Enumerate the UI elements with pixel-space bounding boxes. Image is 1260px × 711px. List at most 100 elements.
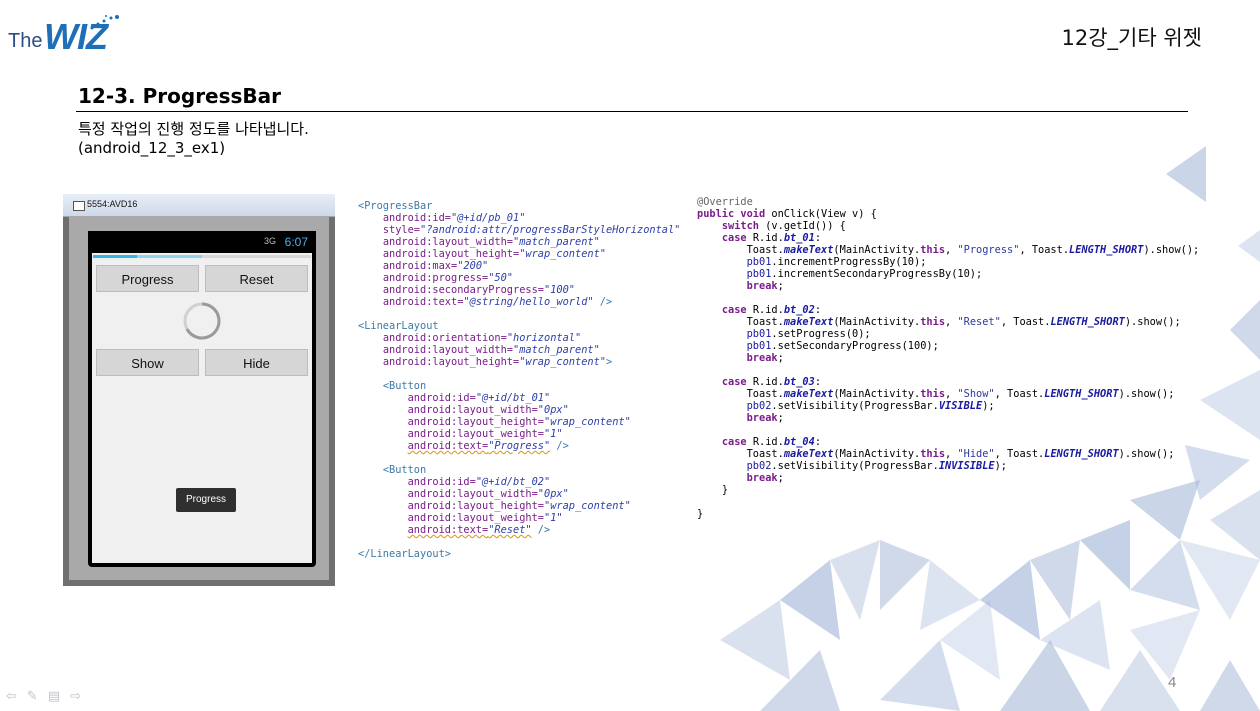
xml-code-token: "wrap_content"	[544, 500, 631, 512]
java-code-token: R.id.	[752, 232, 784, 244]
app-screen: Progress Reset Show Hide Progress	[92, 253, 312, 563]
xml-code-line: <LinearLayout	[358, 320, 680, 332]
xml-code-line: style="?android:attr/progressBarStyleHor…	[358, 224, 681, 236]
xml-code-token: "Progress"	[488, 440, 551, 452]
java-code-token: INVISIBLE	[938, 460, 995, 472]
java-code-line: case R.id.bt_03:	[697, 376, 1199, 388]
java-code-token: break	[746, 352, 778, 364]
java-code-line: Toast.makeText(MainActivity.this, "Progr…	[697, 244, 1200, 256]
java-code-line: case R.id.bt_04:	[697, 436, 1199, 448]
xml-code-token: style=	[382, 224, 421, 236]
java-code-token: makeText	[783, 448, 834, 460]
xml-code-token: "1"	[544, 512, 563, 524]
java-code-token: "Show"	[957, 388, 995, 400]
xml-code-token: <Button	[382, 380, 427, 392]
signal-battery-icon: 3G	[263, 236, 276, 246]
xml-code-token: android:id=	[407, 476, 476, 488]
java-code-token: .incrementProgressBy(10);	[771, 256, 927, 268]
xml-code-token: "@+id/bt_01"	[475, 392, 551, 404]
java-code-token: :	[814, 304, 822, 316]
java-code-token: bt_04	[783, 436, 815, 448]
java-code-token: pb01	[746, 256, 772, 268]
java-code-token: , Toast.	[994, 388, 1045, 400]
xml-code-token: android:layout_height=	[382, 248, 520, 260]
java-code-token: pb02	[746, 460, 772, 472]
xml-code-token: android:layout_weight=	[407, 512, 544, 524]
xml-code-line: android:layout_weight="1"	[358, 512, 680, 524]
java-code-token: makeText	[783, 316, 834, 328]
xml-code-token: </LinearLayout>	[358, 548, 451, 560]
java-code-token: .setProgress(0);	[771, 328, 871, 340]
xml-code-token: android:layout_height=	[382, 356, 520, 368]
java-code-token: this	[920, 448, 946, 460]
java-code-line: Toast.makeText(MainActivity.this, "Reset…	[697, 316, 1199, 328]
java-code-token: ).show();	[1143, 244, 1200, 256]
java-code-token: Toast.	[746, 316, 784, 328]
java-code-token: makeText	[783, 244, 834, 256]
xml-code-token: android:id=	[382, 212, 452, 224]
xml-code-token: android:secondaryProgress=	[382, 284, 544, 296]
horizontal-progress-bar	[93, 255, 311, 258]
xml-code-line: <ProgressBar	[358, 200, 680, 212]
xml-code-line: android:progress="50"	[358, 272, 680, 284]
xml-code-token: />	[550, 440, 569, 452]
xml-code-token: "@string/hello_world"	[463, 296, 594, 308]
reset-button[interactable]: Reset	[205, 265, 308, 292]
java-code-token: .setVisibility(ProgressBar.	[771, 460, 939, 472]
xml-code-token: "100"	[544, 284, 575, 296]
xml-code-token: android:progress=	[382, 272, 489, 284]
java-code-token: }	[721, 484, 729, 496]
prev-arrow-icon[interactable]: ⇦	[6, 688, 27, 703]
toast-message: Progress	[176, 488, 236, 512]
xml-code-token: android:layout_width=	[407, 404, 538, 416]
java-code-line: Toast.makeText(MainActivity.this, "Show"…	[697, 388, 1199, 400]
xml-code-line	[358, 452, 680, 464]
slide-nav-controls: ⇦✎▤⇨	[6, 688, 91, 704]
java-code-token: "Hide"	[957, 448, 995, 460]
java-code-token: ,	[945, 316, 958, 328]
java-code-token: break	[746, 280, 778, 292]
next-arrow-icon[interactable]: ⇨	[70, 688, 91, 703]
java-code-token: ;	[777, 352, 784, 364]
xml-code-listing: <ProgressBar android:id="@+id/pb_01" sty…	[358, 200, 680, 560]
xml-code-line: android:text="Reset" />	[358, 524, 680, 536]
xml-code-token: "Reset"	[488, 524, 532, 536]
java-code-token: this	[920, 316, 946, 328]
xml-code-token: "match_parent"	[513, 236, 600, 248]
show-button[interactable]: Show	[96, 349, 199, 376]
xml-code-token: "50"	[488, 272, 514, 284]
hide-button[interactable]: Hide	[205, 349, 308, 376]
java-code-token: LENGTH_SHORT	[1044, 448, 1119, 460]
java-code-token: :	[814, 232, 822, 244]
java-code-token: public void	[697, 208, 772, 220]
java-code-line: pb02.setVisibility(ProgressBar.INVISIBLE…	[697, 460, 1199, 472]
xml-code-line: </LinearLayout>	[358, 548, 680, 560]
java-code-token: ,	[945, 388, 958, 400]
xml-code-token: "match_parent"	[513, 344, 600, 356]
xml-code-token: />	[531, 524, 551, 536]
xml-code-token: />	[593, 296, 613, 308]
status-clock: 6:07	[284, 235, 308, 249]
java-code-token: ;	[777, 472, 784, 484]
java-code-token: .setVisibility(ProgressBar.	[771, 400, 939, 412]
xml-code-line: android:layout_width="match_parent"	[358, 236, 680, 248]
java-code-line: pb02.setVisibility(ProgressBar.VISIBLE);	[697, 400, 1199, 412]
menu-icon[interactable]: ▤	[48, 688, 70, 703]
pen-icon[interactable]: ✎	[27, 688, 48, 703]
java-code-token: ;	[777, 280, 784, 292]
xml-code-token: "1"	[544, 428, 563, 440]
xml-code-token: android:id=	[407, 392, 476, 404]
java-code-token: (MainActivity.	[833, 388, 921, 400]
java-code-token: LENGTH_SHORT	[1044, 388, 1119, 400]
xml-code-token: "@+id/bt_02"	[475, 476, 551, 488]
java-code-token: ,	[945, 244, 958, 256]
progress-button[interactable]: Progress	[96, 265, 199, 292]
page-number: 4	[1168, 674, 1177, 691]
java-code-line: case R.id.bt_01:	[697, 232, 1199, 244]
xml-code-line: <Button	[358, 464, 680, 476]
title-divider	[76, 111, 1188, 112]
xml-code-token: android:layout_height=	[407, 416, 544, 428]
java-code-line: Toast.makeText(MainActivity.this, "Hide"…	[697, 448, 1199, 460]
xml-code-token: <LinearLayout	[358, 320, 439, 332]
java-code-token: this	[920, 244, 946, 256]
